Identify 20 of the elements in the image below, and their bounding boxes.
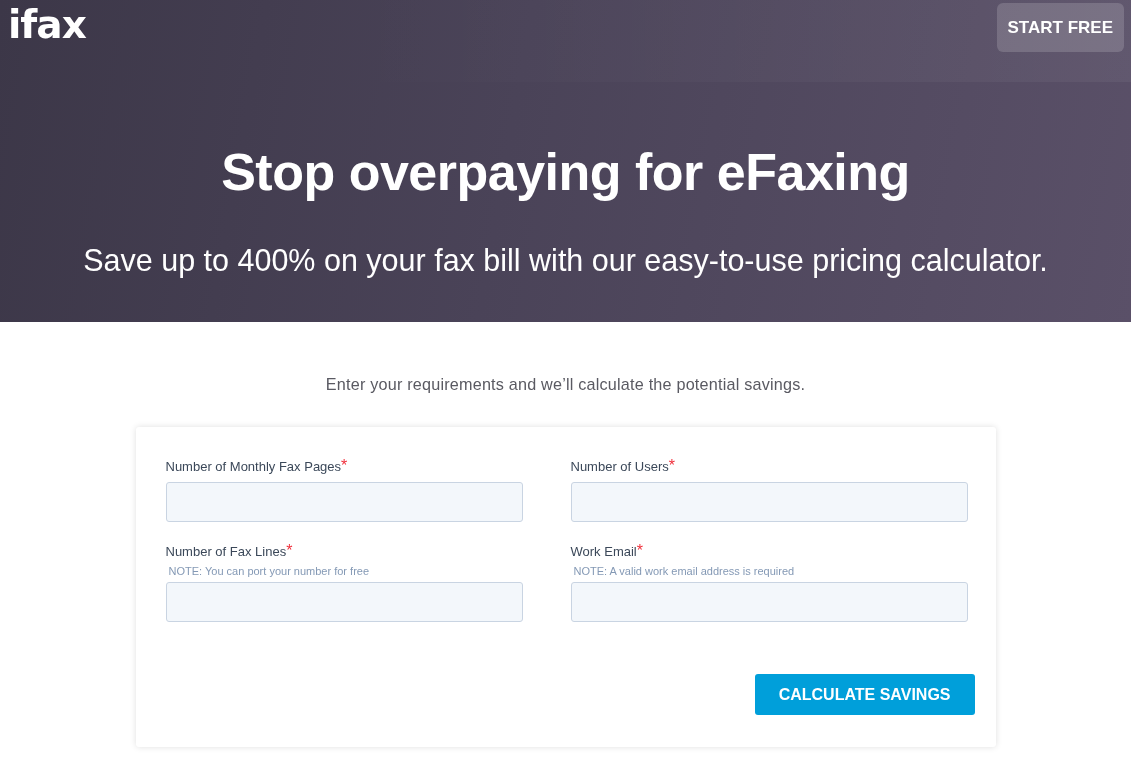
field-label: Number of Fax Lines (165, 544, 287, 559)
field-label: Number of Users (570, 459, 669, 474)
logo-text[interactable]: ifax (8, 2, 86, 48)
field-label: Number of Monthly Fax Pages (165, 459, 342, 474)
hero-subtitle: Save up to 400% on your fax bill with our easy-to-use pricing calculator. (83, 242, 1048, 279)
required-asterisk: * (668, 457, 675, 474)
calculate-savings-button[interactable]: CALCULATE SAVINGS (754, 674, 975, 715)
required-asterisk: * (636, 542, 643, 559)
hero-title: Stop overpaying for eFaxing (221, 142, 910, 203)
intro-text: Enter your requirements and we’ll calculate the potential savings. (325, 375, 806, 394)
input-field[interactable] (165, 582, 523, 622)
start-free-button[interactable]: START FREE (996, 3, 1124, 52)
field-note: NOTE: You can port your number for free (168, 564, 371, 578)
required-asterisk: * (341, 457, 348, 474)
input-field[interactable] (570, 482, 968, 522)
field-note: NOTE: A valid work email address is required (573, 564, 796, 578)
input-field[interactable] (165, 482, 523, 522)
input-field[interactable] (570, 582, 968, 622)
field-label: Work Email (570, 544, 637, 559)
required-asterisk: * (286, 542, 293, 559)
